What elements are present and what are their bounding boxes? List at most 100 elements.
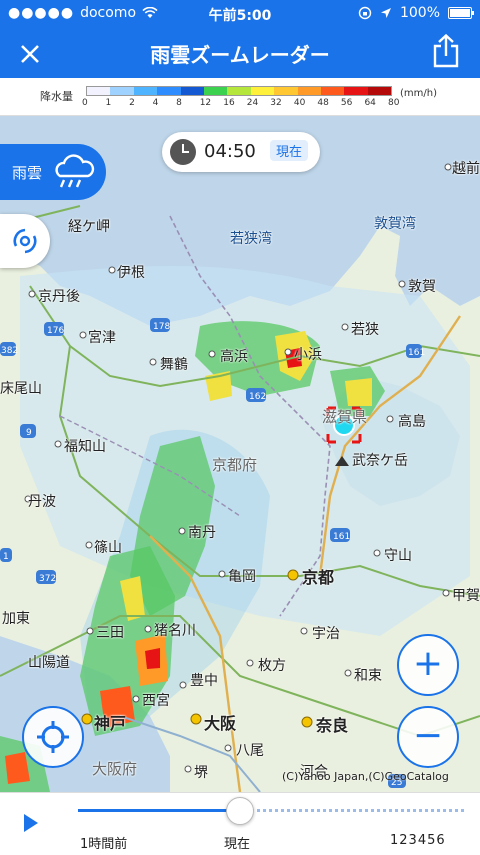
legend-swatch (297, 87, 321, 95)
place-osaka-pref: 大阪府 (92, 760, 138, 778)
legend-swatch (133, 87, 158, 95)
legend-swatch (367, 87, 392, 95)
place-kyoto: 京都 (302, 568, 335, 587)
now-badge: 現在 (270, 140, 309, 161)
share-button[interactable] (432, 33, 468, 72)
zoom-out-button[interactable]: − (397, 706, 459, 768)
svg-text:372: 372 (39, 574, 56, 584)
place-nara: 奈良 (316, 716, 349, 735)
legend-tick: 56 (340, 98, 353, 108)
share-icon (433, 33, 459, 68)
place-wakasa: 若狭 (351, 322, 379, 338)
place-bunagatake: 武奈ケ岳 (352, 453, 408, 469)
legend-swatch (274, 87, 298, 95)
legend-tick: 1 (105, 98, 112, 108)
place-miyazu: 宮津 (88, 330, 116, 346)
battery-percent: 100% (399, 5, 440, 21)
place-koka: 甲賀 (452, 588, 480, 604)
precipitation-legend: 降水量 0 1 2 4 8 12 16 24 32 40 48 56 64 80 (mm/h) (0, 78, 480, 116)
svg-text:161: 161 (408, 348, 425, 358)
place-uji: 宇治 (312, 626, 340, 642)
legend-tick: 12 (199, 98, 212, 108)
place-sanda: 三田 (96, 625, 124, 641)
svg-text:178: 178 (153, 322, 170, 332)
legend-swatch (250, 87, 275, 95)
typhoon-icon (13, 228, 37, 254)
location-arrow-icon (380, 8, 391, 18)
legend-tick: 80 (388, 98, 400, 108)
legend-swatch (157, 87, 181, 95)
place-shiga: 滋賀県 (322, 408, 368, 426)
timeline-bar: 1時間前 現在 123456 (0, 792, 480, 855)
legend-color-scale (86, 86, 392, 96)
place-ine: 伊根 (117, 265, 145, 281)
timeline-past (78, 809, 240, 812)
place-kobe: 神戸 (94, 714, 127, 733)
svg-text:382: 382 (1, 346, 18, 356)
place-maizuru: 舞鶴 (160, 357, 188, 373)
radar-map[interactable]: 176 178 162 161 372 382 9 161 1 25 越前 敦賀… (0, 116, 480, 792)
clock-icon (170, 139, 196, 165)
place-tsuruga: 敦賀 (408, 279, 436, 295)
map-copyright: (C)Yahoo Japan,(C)GeoCatalog (282, 770, 449, 783)
place-yao: 八尾 (236, 743, 264, 759)
timeline-future (240, 809, 464, 812)
locate-button[interactable] (22, 706, 84, 768)
timeline-future-label: 123456 (390, 833, 446, 848)
legend-swatch (203, 87, 228, 95)
place-tsuruga-bay: 敦賀湾 (374, 216, 416, 232)
place-sasayama: 篠山 (94, 540, 122, 556)
legend-tick: 40 (293, 98, 306, 108)
place-tokoyama: 床尾山 (0, 381, 42, 397)
legend-swatch (180, 87, 204, 95)
place-toyonaka: 豊中 (190, 673, 218, 689)
legend-tick: 0 (82, 98, 88, 108)
place-obama: 小浜 (294, 347, 322, 363)
timeline-track[interactable] (78, 809, 464, 813)
rain-layer-label: 雨雲 (12, 164, 43, 182)
legend-tick: 48 (317, 98, 329, 108)
timeline-past-label: 1時間前 (80, 837, 128, 852)
legend-unit: (mm/h) (400, 88, 437, 99)
radar-time: 04:50 (204, 141, 256, 162)
status-bar: ●●●●● docomo 午前5:00 100% (0, 0, 480, 28)
play-icon[interactable] (24, 814, 38, 832)
legend-swatch (344, 87, 368, 95)
place-kyotango: 京丹後 (38, 289, 80, 305)
place-fukuchiyama: 福知山 (64, 439, 106, 455)
place-sanyo-road: 山陽道 (28, 655, 70, 671)
place-osaka: 大阪 (204, 714, 237, 733)
place-takashima: 高島 (398, 414, 426, 430)
legend-label: 降水量 (40, 90, 73, 103)
radar-time-chip[interactable]: 04:50 現在 (162, 132, 320, 172)
place-takahama: 高浜 (220, 349, 248, 365)
page-title: 雨雲ズームレーダー (150, 43, 330, 67)
legend-swatch (227, 87, 251, 95)
place-kyogamisaki: 経ケ岬 (68, 219, 110, 235)
place-wazuka: 和束 (354, 668, 382, 684)
place-moriyama: 守山 (384, 548, 412, 564)
zoom-in-button[interactable]: + (397, 634, 459, 696)
place-hirakata: 枚方 (258, 658, 286, 674)
svg-text:161: 161 (333, 532, 350, 542)
legend-tick: 64 (364, 98, 376, 108)
place-inagawa: 猪名川 (154, 623, 196, 639)
svg-text:9: 9 (26, 428, 32, 438)
place-kameoka: 亀岡 (228, 569, 256, 585)
timeline-thumb[interactable] (226, 797, 254, 825)
rain-layer-button[interactable]: 雨雲 (0, 144, 106, 200)
battery-icon (448, 7, 474, 19)
place-nishinomiya: 西宮 (142, 693, 170, 709)
place-tamba: 丹波 (28, 494, 56, 510)
svg-text:162: 162 (249, 392, 266, 402)
legend-tick: 32 (270, 98, 282, 108)
legend-tick: 4 (152, 98, 159, 108)
timeline-now-label: 現在 (224, 837, 251, 852)
place-sakai: 堺 (194, 765, 208, 781)
place-kyoto-pref: 京都府 (212, 456, 258, 474)
legend-tick: 24 (246, 98, 259, 108)
rain-cloud-icon (55, 154, 95, 188)
legend-swatch (110, 87, 134, 95)
place-wakasa-bay: 若狭湾 (230, 231, 272, 247)
legend-swatch (87, 87, 111, 95)
